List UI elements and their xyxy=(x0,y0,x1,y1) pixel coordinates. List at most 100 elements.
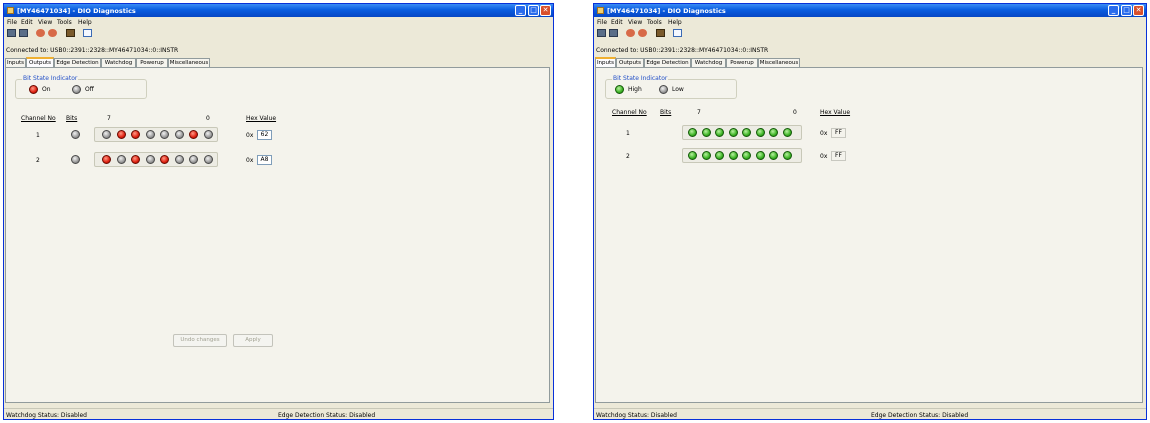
title-bar[interactable]: [MY46471034] - DIO Diagnostics _ □ ✕ xyxy=(594,4,1146,17)
header-channel-no: Channel No xyxy=(21,115,56,122)
channel-2-bit-6-led[interactable] xyxy=(116,155,126,164)
channel-2-bit-5-led[interactable] xyxy=(131,155,140,164)
channel-2-bit-0-led[interactable] xyxy=(203,155,213,164)
status-bar: Watchdog Status: Disabled Edge Detection… xyxy=(4,408,553,419)
maximize-button[interactable]: □ xyxy=(1121,5,1132,16)
legend-on-led xyxy=(29,85,38,94)
connection-status: Connected to: USB0::2391::2328::MY464710… xyxy=(6,47,179,54)
menu-tools[interactable]: Tools xyxy=(647,19,662,26)
channel-1-bit-6-led[interactable] xyxy=(701,128,711,137)
legend-off-label: Off xyxy=(85,86,94,93)
outputs-panel: Bit State Indicator On Off Channel No Bi… xyxy=(5,67,550,403)
channel-1-label: 1 xyxy=(36,132,40,139)
menu-edit[interactable]: Edit xyxy=(611,19,623,26)
channel-2-bit-3-led[interactable] xyxy=(742,151,751,160)
tab-edge-detection[interactable]: Edge Detection xyxy=(644,58,691,67)
bit-state-indicator-group: Bit State Indicator On Off xyxy=(15,75,147,99)
channel-2-bit-2-led[interactable] xyxy=(174,155,184,164)
channel-1-bit-4-led[interactable] xyxy=(728,128,738,137)
channel-2-hex-input[interactable]: A8 xyxy=(257,155,272,165)
connect-icon[interactable] xyxy=(597,29,606,37)
apply-button[interactable]: Apply xyxy=(233,334,273,347)
refresh-icon[interactable] xyxy=(36,29,45,37)
channel-1-bit-3-led[interactable] xyxy=(742,128,751,137)
channel-1-bit-6-led[interactable] xyxy=(116,130,126,139)
channel-1-bit-5-led[interactable] xyxy=(131,130,140,139)
device-icon[interactable] xyxy=(66,29,75,37)
tab-outputs[interactable]: Outputs xyxy=(616,58,644,67)
channel-1-bit-1-led[interactable] xyxy=(189,130,198,139)
channel-1-bit-7-led[interactable] xyxy=(688,128,697,137)
channel-1-bit-1-led[interactable] xyxy=(769,128,778,137)
tab-powerup[interactable]: Powerup xyxy=(726,58,758,67)
connect-icon[interactable] xyxy=(7,29,16,37)
help-icon[interactable] xyxy=(673,29,682,37)
title-bar[interactable]: [MY46471034] - DIO Diagnostics _ □ ✕ xyxy=(4,4,553,17)
minimize-button[interactable]: _ xyxy=(515,5,526,16)
channel-2-bit-1-led[interactable] xyxy=(769,151,778,160)
reset-icon[interactable] xyxy=(638,29,647,37)
menu-file[interactable]: File xyxy=(7,19,17,26)
tab-watchdog[interactable]: Watchdog xyxy=(691,58,726,67)
minimize-button[interactable]: _ xyxy=(1108,5,1119,16)
tab-miscellaneous[interactable]: Miscellaneous xyxy=(168,58,210,67)
channel-1-bit-5-led[interactable] xyxy=(715,128,724,137)
channel-2-bit-2-led[interactable] xyxy=(755,151,765,160)
help-icon[interactable] xyxy=(83,29,92,37)
legend-on-label: On xyxy=(42,86,51,93)
menu-help[interactable]: Help xyxy=(668,19,682,26)
menu-view[interactable]: View xyxy=(628,19,642,26)
menu-view[interactable]: View xyxy=(38,19,52,26)
refresh-icon[interactable] xyxy=(626,29,635,37)
channel-1-bit-0-led[interactable] xyxy=(782,128,792,137)
channel-1-enable-led[interactable] xyxy=(71,130,80,139)
channel-2-bit-1-led[interactable] xyxy=(189,155,198,164)
menu-tools[interactable]: Tools xyxy=(57,19,72,26)
channel-1-bit-3-led[interactable] xyxy=(160,130,169,139)
tab-watchdog[interactable]: Watchdog xyxy=(101,58,136,67)
toolbar xyxy=(4,27,553,40)
channel-2-bit-6-led[interactable] xyxy=(701,151,711,160)
maximize-button[interactable]: □ xyxy=(528,5,539,16)
header-bits: Bits xyxy=(660,109,672,116)
channel-1-bit-4-led[interactable] xyxy=(145,130,155,139)
channel-1-bit-7-led[interactable] xyxy=(102,130,111,139)
window-title: [MY46471034] - DIO Diagnostics xyxy=(17,7,136,15)
edge-detection-status: Edge Detection Status: Disabled xyxy=(871,412,969,419)
legend-high-label: High xyxy=(628,86,642,93)
channel-2-bit-7-led[interactable] xyxy=(688,151,697,160)
app-icon xyxy=(7,7,14,14)
channel-1-bit-0-led[interactable] xyxy=(203,130,213,139)
disconnect-icon[interactable] xyxy=(609,29,618,37)
channel-2-bit-4-led[interactable] xyxy=(145,155,155,164)
channel-2-bit-3-led[interactable] xyxy=(160,155,169,164)
header-hex-value: Hex Value xyxy=(820,109,851,116)
channel-1-hex-input[interactable]: 62 xyxy=(257,130,272,140)
device-icon[interactable] xyxy=(656,29,665,37)
menu-file[interactable]: File xyxy=(597,19,607,26)
channel-1-hex-prefix: 0x xyxy=(246,132,254,139)
channel-2-bit-7-led[interactable] xyxy=(102,155,111,164)
menu-edit[interactable]: Edit xyxy=(21,19,33,26)
tab-edge-detection[interactable]: Edge Detection xyxy=(54,58,101,67)
tab-inputs[interactable]: Inputs xyxy=(5,58,26,67)
tab-powerup[interactable]: Powerup xyxy=(136,58,168,67)
tab-inputs[interactable]: Inputs xyxy=(595,57,616,67)
tab-miscellaneous[interactable]: Miscellaneous xyxy=(758,58,800,67)
close-button[interactable]: ✕ xyxy=(540,5,551,16)
undo-changes-button[interactable]: Undo changes xyxy=(173,334,227,347)
channel-1-bit-2-led[interactable] xyxy=(755,128,765,137)
menu-help[interactable]: Help xyxy=(78,19,92,26)
channel-2-bit-4-led[interactable] xyxy=(728,151,738,160)
channel-1-label: 1 xyxy=(626,130,630,137)
legend-high-led xyxy=(615,85,624,94)
reset-icon[interactable] xyxy=(48,29,57,37)
disconnect-icon[interactable] xyxy=(19,29,28,37)
channel-2-bit-0-led[interactable] xyxy=(782,151,792,160)
channel-2-bit-5-led[interactable] xyxy=(715,151,724,160)
tab-outputs[interactable]: Outputs xyxy=(26,57,54,67)
header-channel-no: Channel No xyxy=(612,109,647,116)
close-button[interactable]: ✕ xyxy=(1133,5,1144,16)
channel-2-enable-led[interactable] xyxy=(71,155,80,164)
channel-1-bit-2-led[interactable] xyxy=(174,130,184,139)
